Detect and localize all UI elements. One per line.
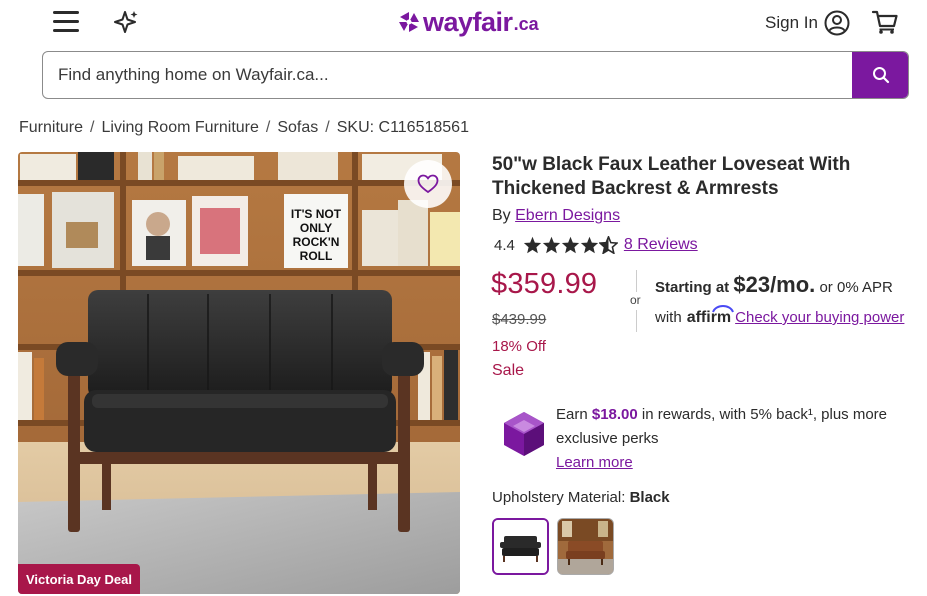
breadcrumb-furniture[interactable]: Furniture — [19, 119, 83, 137]
logo-text: wayfair — [423, 6, 513, 37]
breadcrumb-separator: / — [325, 119, 330, 136]
with-label: with — [655, 309, 682, 326]
breadcrumb-sku: SKU: C116518561 — [336, 119, 469, 136]
upholstery-label: Upholstery Material: — [492, 489, 626, 506]
monthly-price: $23/mo. — [733, 272, 816, 297]
financing-offer: Starting at $23/mo. or 0% APR — [655, 272, 893, 298]
star-icon — [542, 236, 560, 254]
or-label: or — [630, 293, 641, 307]
search-icon — [872, 67, 889, 84]
loveseat-photo: IT'S NOT ONLY ROCK'N ROLL — [18, 152, 460, 594]
financing-divider — [636, 270, 637, 292]
sign-in-label: Sign In — [765, 13, 818, 32]
by-label: By — [492, 207, 511, 224]
site-header: wayfair .ca Sign In — [0, 0, 927, 46]
search-button[interactable] — [852, 52, 908, 98]
reviews-link[interactable]: 8 Reviews — [624, 236, 698, 254]
rewards-earn-prefix: Earn — [556, 406, 588, 423]
financing-divider — [636, 310, 637, 332]
apr-text: or 0% APR — [819, 279, 893, 296]
svg-text:ROLL: ROLL — [300, 249, 333, 263]
star-rating — [523, 236, 618, 254]
rewards-amount: $18.00 — [591, 406, 638, 423]
rewards-gem-icon — [504, 412, 544, 456]
search-input[interactable] — [43, 52, 853, 98]
breadcrumb-sofas[interactable]: Sofas — [277, 119, 318, 137]
swatch-black[interactable] — [492, 518, 549, 575]
breadcrumb: Furniture / Living Room Furniture / Sofa… — [19, 119, 469, 137]
discount-label: 18% Off — [492, 338, 546, 355]
breadcrumb-separator: / — [265, 119, 271, 136]
sale-label: Sale — [492, 362, 525, 379]
search-bar — [42, 51, 909, 99]
svg-text:ROCK'N: ROCK'N — [293, 235, 340, 249]
affirm-line: with affirm Check your buying power — [655, 305, 904, 327]
deal-badge: Victoria Day Deal — [18, 564, 140, 594]
starting-at-label: Starting at — [655, 279, 730, 296]
brown-loveseat-thumbnail — [558, 519, 613, 574]
sale-price: $359.99 — [491, 268, 598, 300]
rating-value: 4.4 — [494, 236, 515, 254]
swatch-brown[interactable] — [557, 518, 614, 575]
rating-row: 4.4 8 Reviews — [494, 234, 698, 256]
rewards-text: Earn $18.00 in rewards, with 5% back¹, p… — [556, 403, 916, 475]
affirm-arc-icon — [711, 305, 734, 313]
svg-text:IT'S NOT: IT'S NOT — [291, 207, 342, 221]
breadcrumb-separator: / — [90, 119, 95, 136]
logo-suffix: .ca — [513, 13, 539, 34]
check-buying-power-link[interactable]: Check your buying power — [735, 309, 904, 326]
sparkle-icon[interactable] — [112, 8, 140, 36]
sign-in-button[interactable]: Sign In — [765, 9, 850, 37]
product-title: 50"w Black Faux Leather Loveseat With Th… — [492, 154, 851, 199]
half-star-icon — [598, 236, 618, 254]
brand-link[interactable]: Ebern Designs — [515, 207, 620, 224]
cart-icon[interactable] — [871, 8, 899, 36]
svg-text:ONLY: ONLY — [300, 221, 332, 235]
logo-pinwheel-icon — [399, 12, 419, 32]
affirm-logo: affirm — [687, 305, 734, 327]
upholstery-selected-value: Black — [629, 489, 670, 506]
favorite-button[interactable] — [404, 160, 452, 208]
menu-icon[interactable] — [53, 11, 79, 33]
account-icon — [824, 10, 850, 36]
star-icon — [561, 236, 579, 254]
byline: By Ebern Designs — [492, 207, 620, 225]
product-image[interactable]: IT'S NOT ONLY ROCK'N ROLL — [18, 152, 460, 594]
breadcrumb-living-room-furniture[interactable]: Living Room Furniture — [101, 119, 258, 137]
star-icon — [580, 236, 598, 254]
learn-more-link[interactable]: Learn more — [556, 454, 633, 471]
black-loveseat-thumbnail — [494, 520, 547, 573]
original-price: $439.99 — [492, 311, 547, 328]
heart-icon — [417, 174, 439, 194]
wayfair-logo[interactable]: wayfair .ca — [398, 6, 539, 38]
star-icon — [523, 236, 541, 254]
upholstery-option-label: Upholstery Material: Black — [492, 489, 670, 506]
